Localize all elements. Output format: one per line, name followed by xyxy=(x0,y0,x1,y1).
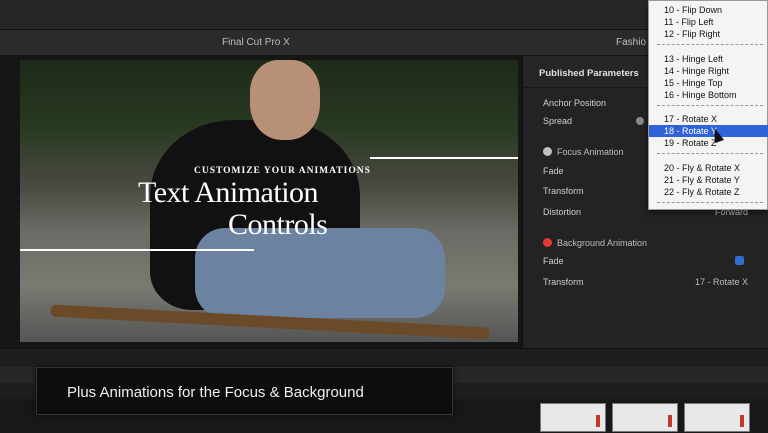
app-title: Final Cut Pro X xyxy=(222,37,290,48)
video-frame: CUSTOMIZE YOUR ANIMATIONS Text Animation… xyxy=(20,60,518,342)
bg-transform-value[interactable]: 17 - Rotate X xyxy=(695,277,748,287)
thumbnail-marker-icon xyxy=(740,415,744,427)
dropdown-separator xyxy=(657,105,763,106)
dropdown-item[interactable]: 19 - Rotate Z xyxy=(649,137,768,149)
project-title: Fashio xyxy=(616,37,647,48)
title-tagline: CUSTOMIZE YOUR ANIMATIONS xyxy=(194,166,371,176)
transform-dropdown-menu[interactable]: 10 - Flip Down 11 - Flip Left 12 - Flip … xyxy=(648,0,768,210)
bg-transform-label: Transform xyxy=(543,277,584,287)
dropdown-item[interactable]: 22 - Fly & Rotate Z xyxy=(649,186,768,198)
dropdown-item[interactable]: 21 - Fly & Rotate Y xyxy=(649,174,768,186)
title-line-top xyxy=(370,157,518,159)
title-line-bottom xyxy=(20,249,254,251)
dropdown-item[interactable]: 12 - Flip Right xyxy=(649,28,768,40)
dropdown-item[interactable]: 14 - Hinge Right xyxy=(649,65,768,77)
focus-animation-section[interactable]: Focus Animation xyxy=(543,147,624,157)
video-person-head xyxy=(250,60,320,140)
bg-fade-checkbox[interactable] xyxy=(735,256,744,265)
dropdown-separator xyxy=(657,202,763,203)
title-headline-line1: Text Animation xyxy=(138,176,319,209)
dropdown-item[interactable]: 10 - Flip Down xyxy=(649,4,768,16)
focus-fade-label: Fade xyxy=(543,166,564,176)
focus-animation-label: Focus Animation xyxy=(557,147,624,157)
focus-distortion-label: Distortion xyxy=(543,207,582,217)
record-icon xyxy=(543,238,552,247)
background-animation-label: Background Animation xyxy=(557,238,648,248)
dropdown-separator xyxy=(657,153,763,154)
bg-fade-label: Fade xyxy=(543,256,564,266)
thumbnail-marker-icon xyxy=(668,415,672,427)
dropdown-item[interactable]: 17 - Rotate X xyxy=(649,113,768,125)
eye-icon xyxy=(543,147,552,156)
thumbnail-marker-icon xyxy=(596,415,600,427)
dropdown-item[interactable]: 15 - Hinge Top xyxy=(649,77,768,89)
caption-text: Plus Animations for the Focus & Backgrou… xyxy=(67,384,364,401)
inspector-header-title: Published Parameters xyxy=(539,68,639,79)
spread-slider-knob[interactable] xyxy=(636,117,644,125)
anchor-position-label: Anchor Position xyxy=(543,98,607,108)
title-headline-line2: Controls xyxy=(228,208,328,241)
spread-label: Spread xyxy=(543,116,573,126)
focus-transform-label: Transform xyxy=(543,186,584,196)
dropdown-separator xyxy=(657,44,763,45)
dropdown-item-selected[interactable]: 18 - Rotate Y xyxy=(649,125,768,137)
dropdown-item[interactable]: 20 - Fly & Rotate X xyxy=(649,162,768,174)
dropdown-item[interactable]: 11 - Flip Left xyxy=(649,16,768,28)
effect-thumbnail[interactable] xyxy=(540,403,606,432)
viewer[interactable]: CUSTOMIZE YOUR ANIMATIONS Text Animation… xyxy=(0,56,522,348)
effect-thumbnail[interactable] xyxy=(612,403,678,432)
effect-thumbnail[interactable] xyxy=(684,403,750,432)
dropdown-item[interactable]: 13 - Hinge Left xyxy=(649,53,768,65)
background-animation-section[interactable]: Background Animation xyxy=(543,238,647,248)
caption-banner: Plus Animations for the Focus & Backgrou… xyxy=(36,367,453,415)
dropdown-item[interactable]: 16 - Hinge Bottom xyxy=(649,89,768,101)
